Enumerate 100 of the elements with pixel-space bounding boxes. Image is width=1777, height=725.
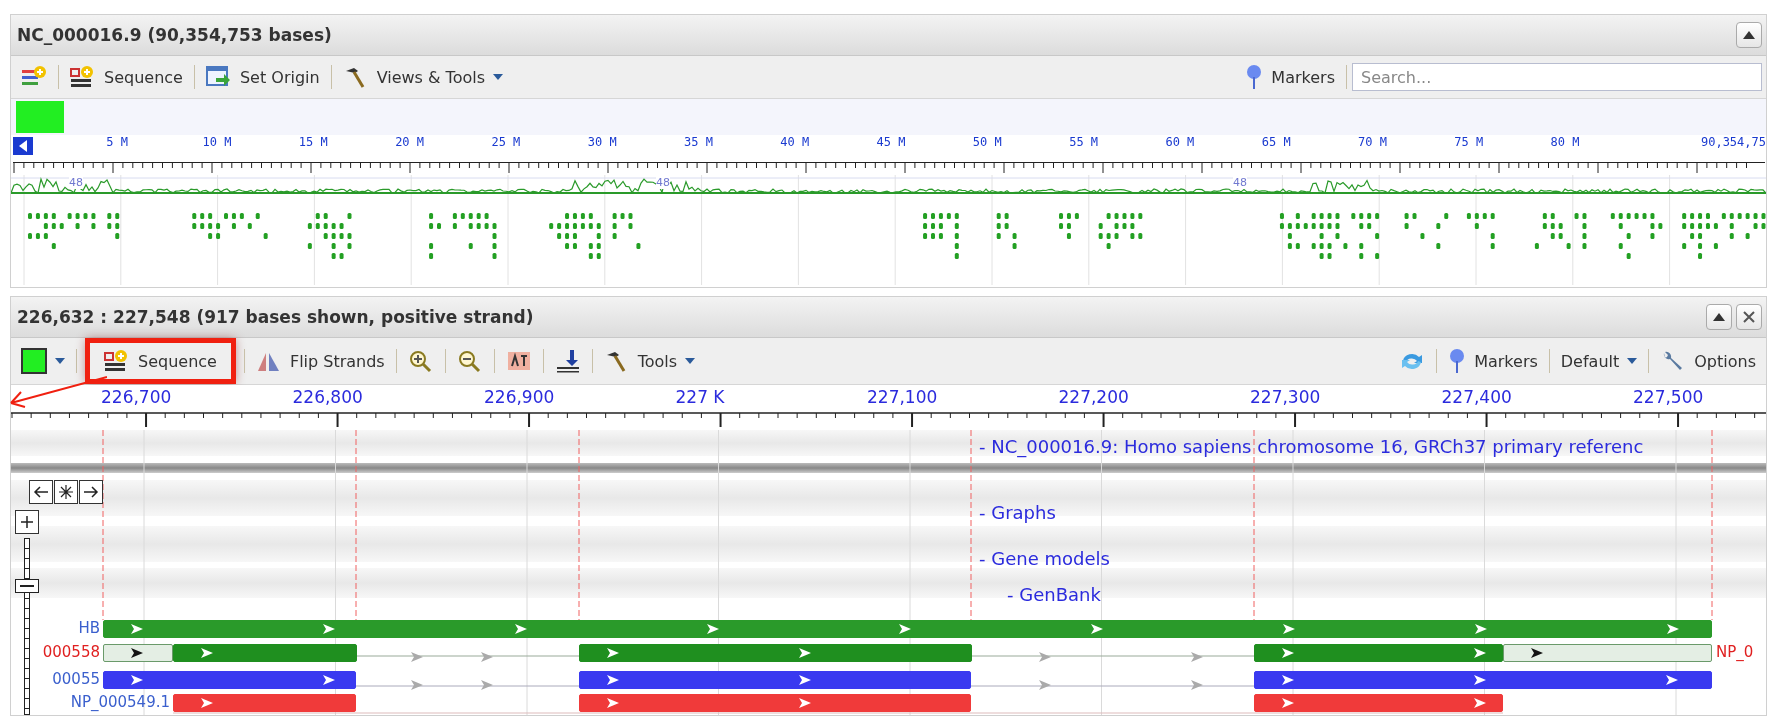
strand-arrow-icon (799, 675, 811, 685)
toolbar-button[interactable]: Sequence (90, 343, 231, 379)
move-icon (58, 484, 74, 500)
toolbar-button[interactable]: Markers (1442, 344, 1544, 378)
toolbar-button[interactable]: Options (1654, 345, 1762, 377)
toolbar-button[interactable]: Markers (1239, 60, 1341, 94)
toolbar-button[interactable]: Default (1554, 347, 1644, 375)
ruler-label: 10 M (202, 135, 232, 149)
ruler-label: 70 M (1358, 135, 1387, 149)
zoom-out-icon (456, 349, 483, 373)
visible-range-marker[interactable] (16, 101, 64, 133)
graph-scale-label: 48 (1233, 177, 1247, 189)
collapse-icon (1743, 31, 1755, 39)
ruler-label: 226,900 (484, 387, 555, 407)
arrow-left-icon (33, 485, 49, 499)
strand-arrow-icon (1283, 624, 1295, 634)
track-title[interactable]: - Gene models (979, 548, 1110, 569)
zoom-in-button[interactable] (15, 510, 39, 534)
strand-arrow-icon (899, 624, 911, 634)
strand-arrow-icon (323, 624, 335, 634)
color-swatch-icon (21, 348, 47, 374)
strand-arrow-icon (1282, 648, 1294, 658)
pin-icon (1245, 64, 1264, 90)
window-arrow-icon (205, 65, 232, 89)
feature-label[interactable]: NP_000549.1 (70, 693, 170, 711)
strand-arrow-icon (1282, 698, 1294, 708)
ruler-label: 227,200 (1058, 387, 1129, 407)
ruler-label: 65 M (1261, 135, 1291, 149)
download-icon (554, 349, 581, 373)
strand-arrow-icon (131, 675, 143, 685)
collapse-button[interactable] (1706, 304, 1732, 330)
feature-label[interactable]: NP_0 (1716, 643, 1754, 661)
ruler-label: 227,400 (1441, 387, 1512, 407)
graph-scale-label: 48 (656, 177, 670, 189)
strand-arrow-icon (1531, 648, 1543, 658)
strand-arrow-icon (411, 652, 423, 662)
collapse-icon (1713, 313, 1725, 321)
strand-arrow-icon (607, 675, 619, 685)
strand-arrow-icon (607, 698, 619, 708)
strand-arrow-icon (1091, 624, 1103, 634)
ruler-label: 60 M (1165, 135, 1195, 149)
strand-arrow-icon (1475, 624, 1487, 634)
strand-arrow-icon (799, 648, 811, 658)
ruler-label: 30 M (587, 135, 617, 149)
track-title[interactable]: - GenBank (1007, 584, 1101, 605)
ruler-label: 227,300 (1250, 387, 1321, 407)
zoom-slider-track[interactable] (15, 538, 39, 715)
strand-arrow-icon (515, 624, 527, 634)
minus-icon (20, 584, 34, 587)
strand-arrow-icon (201, 698, 213, 708)
toolbar-button[interactable]: Tools (597, 345, 702, 377)
ruler-label: 25 M (491, 135, 521, 149)
plus-icon (19, 514, 35, 530)
toolbar-button[interactable]: Flip Strands (249, 345, 391, 377)
toolbar-button[interactable]: Views & Tools (336, 61, 509, 93)
center-button[interactable] (54, 480, 78, 504)
feature-label[interactable]: HB (78, 619, 100, 637)
pan-right-button[interactable] (79, 480, 103, 504)
ruler-label: 20 M (395, 135, 425, 149)
strand-arrow-icon (1667, 624, 1679, 634)
start-codon-icon (505, 349, 532, 373)
strand-arrow-icon (1282, 675, 1294, 685)
strand-arrow-icon (411, 680, 423, 690)
ruler-label: 35 M (684, 135, 713, 149)
ruler-label: 227 K (675, 387, 725, 407)
ruler-label: 45 M (876, 135, 906, 149)
strand-arrow-icon (1666, 675, 1678, 685)
ruler-label: 80 M (1550, 135, 1580, 149)
ruler-label: 50 M (972, 135, 1002, 149)
toolbar-button[interactable]: Set Origin (199, 61, 326, 93)
feature-bar[interactable] (103, 644, 173, 662)
strand-arrow-icon (1474, 698, 1486, 708)
graph-scale-label: 48 (69, 177, 83, 189)
strand-arrow-icon (481, 680, 493, 690)
panel-title: 226,632 : 227,548 (917 bases shown, positive strand) (17, 307, 534, 327)
pan-left-button[interactable] (29, 480, 53, 504)
ruler-label: 75 M (1454, 135, 1484, 149)
sequence-icon (70, 65, 96, 89)
feature-label[interactable]: 000558 (42, 643, 100, 661)
strand-arrow-icon (607, 648, 619, 658)
ruler-label: 226,800 (292, 387, 363, 407)
feature-label[interactable]: 00055 (52, 670, 100, 688)
toolbar-button[interactable]: Sequence (64, 61, 189, 93)
collapse-button[interactable] (1736, 22, 1762, 48)
ruler-label: 40 M (780, 135, 810, 149)
strand-arrow-icon (201, 648, 213, 658)
ruler-label: 90,354,75 (1700, 135, 1766, 149)
track-title[interactable]: - Graphs (979, 502, 1056, 523)
strand-arrow-icon (323, 675, 335, 685)
search-field[interactable]: Search... (1352, 63, 1762, 91)
ruler-label: 227,100 (867, 387, 938, 407)
ruler-label: 227,500 (1633, 387, 1704, 407)
zoom-in-icon (407, 349, 434, 373)
close-icon (1742, 310, 1756, 324)
close-button[interactable] (1736, 304, 1762, 330)
ruler-label: 15 M (298, 135, 328, 149)
ruler-label: 5 M (106, 135, 128, 149)
sequence-icon (104, 349, 130, 373)
ruler-label: 55 M (1069, 135, 1099, 149)
strand-arrow-icon (1474, 675, 1486, 685)
